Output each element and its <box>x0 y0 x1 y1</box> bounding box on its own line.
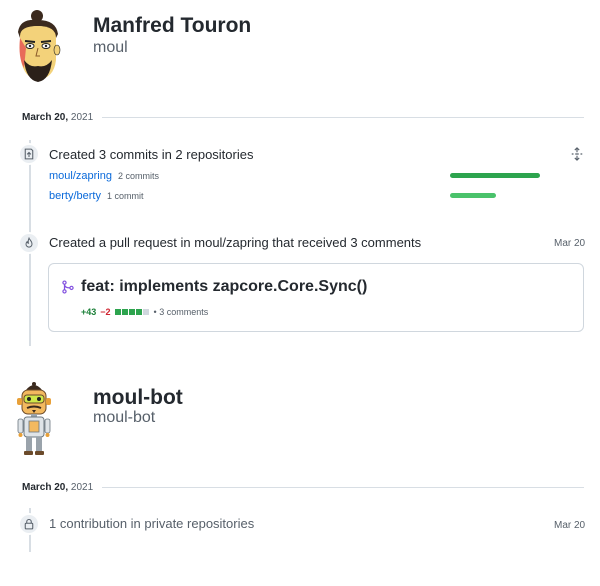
date-divider <box>102 487 584 488</box>
user-login[interactable]: moul <box>93 39 128 57</box>
pull-request-icon <box>18 232 40 254</box>
activity-title: 1 contribution in private repositories <box>49 516 255 531</box>
repo-commit-count[interactable]: 2 commits <box>118 171 159 181</box>
pull-request-meta: +43 −2 • 3 comments <box>81 307 208 317</box>
pull-request-card[interactable]: feat: implements zapcore.Core.Sync() +43… <box>48 263 584 332</box>
commit-bar-moul-zapring <box>450 173 540 178</box>
repo-link-berty-berty[interactable]: berty/berty <box>49 190 101 202</box>
lock-icon <box>18 513 40 535</box>
robot-avatar[interactable] <box>12 380 72 460</box>
date-day: March 20, <box>22 482 69 493</box>
repo-push-icon <box>18 143 40 165</box>
pull-request-title[interactable]: feat: implements zapcore.Core.Sync() <box>81 278 367 296</box>
additions-count: +43 <box>81 307 97 317</box>
activity-date: Mar 20 <box>554 238 586 249</box>
user-name[interactable]: Manfred Touron <box>93 14 251 38</box>
user-name[interactable]: moul-bot <box>93 386 183 410</box>
date-divider <box>102 117 584 118</box>
activity-title: Created 3 commits in 2 repositories <box>49 147 254 162</box>
user-login[interactable]: moul-bot <box>93 409 155 427</box>
commit-bar-berty-berty <box>450 193 496 198</box>
cartoon-man-avatar[interactable] <box>12 8 72 88</box>
activity-date: Mar 20 <box>554 520 586 531</box>
date-header: March 20, 2021 <box>22 482 93 493</box>
date-header: March 20, 2021 <box>22 112 93 123</box>
date-year: 2021 <box>70 482 94 493</box>
repo-link-moul-zapring[interactable]: moul/zapring <box>49 170 112 182</box>
deletions-count: −2 <box>100 307 111 317</box>
git-merge-icon <box>61 280 75 299</box>
comments-count: • 3 comments <box>153 307 209 317</box>
date-year: 2021 <box>70 112 94 123</box>
unfold-icon[interactable] <box>570 147 584 166</box>
activity-title: Created a pull request in moul/zapring t… <box>49 235 422 250</box>
date-day: March 20, <box>22 112 69 123</box>
repo-commit-count[interactable]: 1 commit <box>107 191 144 201</box>
diffstat-bar <box>114 309 150 315</box>
